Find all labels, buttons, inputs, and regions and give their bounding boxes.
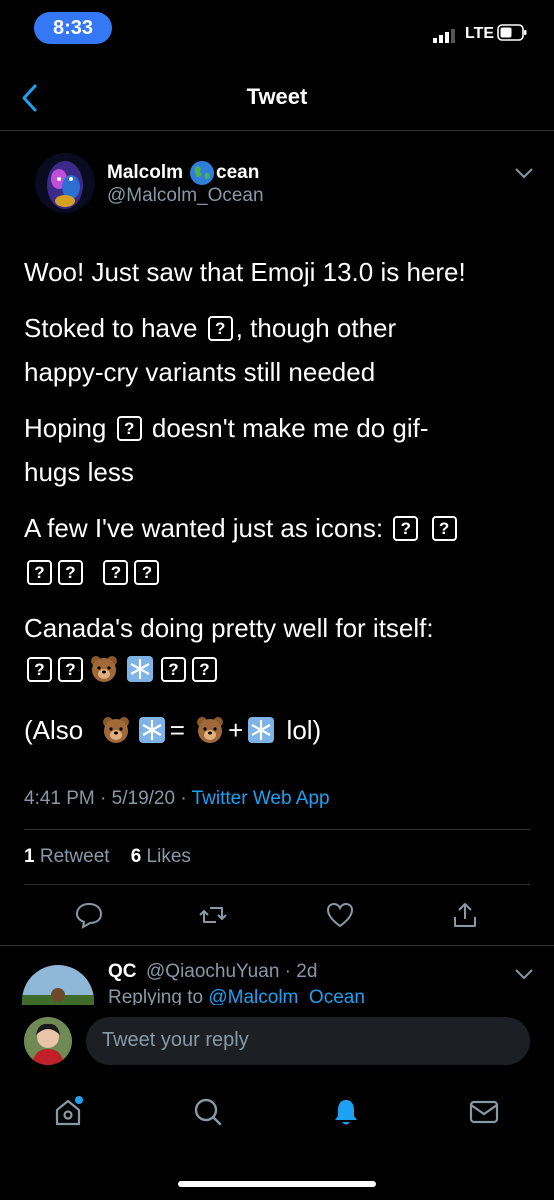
missing-glyph-icon: ? <box>192 656 217 682</box>
battery-icon <box>497 24 527 41</box>
retweets-stat[interactable]: 1 Retweet <box>24 846 110 867</box>
missing-glyph-icon: ? <box>393 515 419 541</box>
missing-glyph-icon: ? <box>134 559 160 585</box>
tweet-text-fragment: happy-cry variants still needed <box>24 357 376 387</box>
signal-icon <box>433 29 455 43</box>
tweet-text-line: Canada's doing pretty well for itself: <box>24 606 434 650</box>
home-indicator[interactable] <box>178 1181 376 1187</box>
tweet-text-fragment: + <box>228 715 244 745</box>
bear-emoji-icon <box>102 717 129 743</box>
divider <box>24 884 530 885</box>
tweet-text-line: Woo! Just saw that Emoji 13.0 is here! <box>24 250 466 294</box>
author-name[interactable]: Malcolm cean <box>107 160 259 186</box>
reply-input[interactable]: Tweet your reply <box>86 1017 530 1065</box>
tweet-text-fragment: Canada's doing pretty well for itself: <box>24 613 434 643</box>
tweet-text-fragment: Hoping <box>24 413 107 443</box>
missing-glyph-icon: ? <box>27 559 52 585</box>
missing-glyph-icon: ? <box>103 559 129 585</box>
author-name-suffix: cean <box>216 162 260 183</box>
missing-glyph-icon: ? <box>161 656 186 682</box>
share-icon[interactable] <box>450 900 480 930</box>
missing-glyph-icon: ? <box>27 656 52 682</box>
bear-emoji-icon <box>91 656 117 682</box>
reply-icon[interactable] <box>74 900 104 930</box>
retweet-icon[interactable] <box>198 900 228 930</box>
likes-stat[interactable]: 6 Likes <box>131 846 191 867</box>
tweet-text-line: Stoked to have ? , though other <box>24 306 396 350</box>
missing-glyph-icon: ? <box>116 415 142 441</box>
chevron-down-icon[interactable] <box>513 166 535 180</box>
tweet-text-fragment: , though other <box>235 313 397 343</box>
reply-author-name[interactable]: QC <box>108 961 137 983</box>
missing-glyph-icon: ? <box>58 559 83 585</box>
tweet-emoji-line: ? ? ? ? <box>24 550 162 594</box>
tweet-emoji-line: ? ? ? ? <box>24 654 220 684</box>
missing-glyph-icon: ? <box>58 656 83 682</box>
search-icon[interactable] <box>192 1096 224 1128</box>
tweet-text-fragment: A few I've wanted just as icons: <box>24 513 384 543</box>
status-time: 8:33 <box>34 12 112 44</box>
snowflake-icon <box>248 717 275 743</box>
divider <box>0 945 554 946</box>
snowflake-icon <box>138 717 165 743</box>
tweet-text-line: (Also = + lol) <box>24 708 321 752</box>
tweet-text-line: happy-cry variants still needed <box>24 350 375 394</box>
chevron-down-icon[interactable] <box>513 967 535 981</box>
user-avatar[interactable] <box>24 1017 72 1065</box>
reply-author-handle[interactable]: @QiaochuYuan · 2d <box>146 961 317 983</box>
tweet-text-fragment: Stoked to have <box>24 313 198 343</box>
home-icon[interactable] <box>52 1096 84 1128</box>
snowflake-icon <box>127 656 153 682</box>
notifications-icon[interactable] <box>330 1096 362 1128</box>
author-avatar[interactable] <box>35 153 95 213</box>
tweet-text-fragment: doesn't make me do gif- <box>151 413 429 443</box>
missing-glyph-icon: ? <box>207 315 233 341</box>
page-title: Tweet <box>246 84 308 109</box>
network-label: LTE <box>465 25 495 42</box>
tweet-text-fragment: lol) <box>286 715 322 745</box>
missing-glyph-icon: ? <box>431 515 457 541</box>
messages-icon[interactable] <box>468 1096 500 1128</box>
bear-emoji-icon <box>197 717 224 743</box>
author-name-prefix: Malcolm <box>107 162 184 183</box>
tweet-text-fragment: hugs less <box>24 457 134 487</box>
tweet-text-line: A few I've wanted just as icons: ? ? <box>24 506 460 550</box>
divider <box>24 829 530 830</box>
author-handle[interactable]: @Malcolm_Ocean <box>107 185 264 207</box>
tweet-timestamp: 4:41 PM · 5/19/20 · Twitter Web App <box>24 788 330 809</box>
tweet-text-fragment: Woo! Just saw that Emoji 13.0 is here! <box>24 257 466 287</box>
divider <box>0 130 554 131</box>
globe-icon <box>190 161 215 185</box>
like-icon[interactable] <box>325 900 355 930</box>
source-link[interactable]: Twitter Web App <box>192 788 330 809</box>
tweet-text-fragment: (Also <box>24 715 84 745</box>
tweet-text-fragment: = <box>169 715 185 745</box>
tweet-stats: 1 Retweet 6 Likes <box>24 846 191 868</box>
tweet-text-line: Hoping ? doesn't make me do gif- <box>24 406 429 450</box>
tweet-text-line: hugs less <box>24 450 134 494</box>
